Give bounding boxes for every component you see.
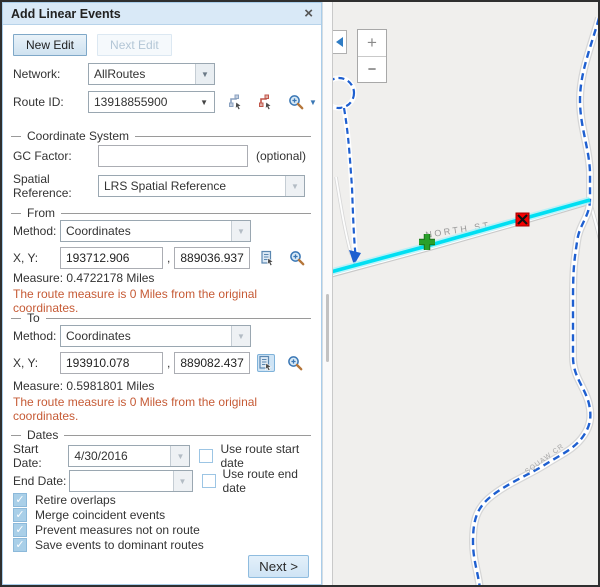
section-dates: Dates xyxy=(11,428,311,442)
select-route-icon[interactable] xyxy=(227,93,245,111)
end-date-label: End Date: xyxy=(13,474,69,488)
zoom-options-caret-icon[interactable]: ▼ xyxy=(309,98,317,107)
use-route-end-date-label: Use route end date xyxy=(223,467,321,495)
map-view[interactable]: NORTH ST SQUAW CR + − xyxy=(333,2,600,585)
network-value: AllRoutes xyxy=(89,64,195,84)
gc-factor-label: GC Factor: xyxy=(13,149,98,163)
chevron-down-icon[interactable]: ▼ xyxy=(194,98,214,107)
chevron-down-icon[interactable]: ▼ xyxy=(195,64,214,84)
panel-title: Add Linear Events xyxy=(11,7,304,21)
map-canvas: NORTH ST SQUAW CR xyxy=(333,2,600,585)
merge-coincident-events-label: Merge coincident events xyxy=(35,508,165,522)
chevron-down-icon: ▼ xyxy=(231,326,250,346)
zoom-to-route-icon[interactable] xyxy=(287,93,305,111)
pick-to-map-icon-active[interactable] xyxy=(257,354,275,372)
chevron-left-icon xyxy=(336,37,343,47)
to-measure: Measure: 0.5981801 Miles xyxy=(13,379,154,393)
to-method-dropdown: Coordinates ▼ xyxy=(60,325,251,347)
route-id-value: 13918855900 xyxy=(89,95,194,109)
pick-from-map-icon[interactable] xyxy=(259,249,277,267)
merge-coincident-events-checkbox[interactable]: ✓ xyxy=(13,508,27,522)
from-method-value: Coordinates xyxy=(61,221,231,241)
section-from: From xyxy=(11,206,311,220)
zoom-to-from-point-icon[interactable] xyxy=(288,249,306,267)
spatial-reference-dropdown: LRS Spatial Reference ▼ xyxy=(98,175,305,197)
save-events-dominant-label: Save events to dominant routes xyxy=(35,538,204,552)
zoom-to-to-point-icon[interactable] xyxy=(286,354,304,372)
select-route-red-icon[interactable] xyxy=(257,93,275,111)
new-edit-button[interactable]: New Edit xyxy=(13,34,87,56)
next-button[interactable]: Next > xyxy=(248,555,309,578)
chevron-down-icon[interactable]: ▼ xyxy=(170,446,189,466)
section-coordinate-system: Coordinate System xyxy=(11,129,311,143)
section-to: To xyxy=(11,311,311,325)
collapse-panel-button[interactable] xyxy=(333,30,347,54)
gc-factor-input[interactable] xyxy=(98,145,248,167)
to-method-value: Coordinates xyxy=(61,326,231,346)
network-dropdown[interactable]: AllRoutes ▼ xyxy=(88,63,215,85)
from-method-label: Method: xyxy=(13,224,60,238)
start-date-label: Start Date: xyxy=(13,442,68,470)
to-y-input[interactable] xyxy=(174,352,250,374)
chevron-down-icon[interactable]: ▼ xyxy=(173,471,192,491)
panel-scrollbar[interactable] xyxy=(322,2,333,585)
add-linear-events-panel: Add Linear Events × New Edit Next Edit N… xyxy=(2,2,322,585)
retire-overlaps-label: Retire overlaps xyxy=(35,493,116,507)
route-id-label: Route ID: xyxy=(13,95,88,109)
from-y-input[interactable] xyxy=(174,247,250,269)
scrollbar-thumb[interactable] xyxy=(326,294,329,362)
from-x-input[interactable] xyxy=(60,247,163,269)
to-method-label: Method: xyxy=(13,329,60,343)
xy-comma: , xyxy=(167,356,170,370)
save-events-dominant-checkbox[interactable]: ✓ xyxy=(13,538,27,552)
xy-comma: , xyxy=(167,251,170,265)
river-loop xyxy=(333,78,354,108)
app-window: Add Linear Events × New Edit Next Edit N… xyxy=(0,0,600,587)
prevent-measures-checkbox[interactable]: ✓ xyxy=(13,523,27,537)
start-date-dropdown[interactable]: 4/30/2016 ▼ xyxy=(68,445,190,467)
use-route-start-date-checkbox[interactable]: ✓ xyxy=(199,449,213,463)
route-id-combobox[interactable]: 13918855900 ▼ xyxy=(88,91,215,113)
retire-overlaps-checkbox[interactable]: ✓ xyxy=(13,493,27,507)
to-x-input[interactable] xyxy=(60,352,163,374)
end-date-dropdown[interactable]: ▼ xyxy=(69,470,193,492)
chevron-down-icon: ▼ xyxy=(231,221,250,241)
prevent-measures-label: Prevent measures not on route xyxy=(35,523,200,537)
from-method-dropdown: Coordinates ▼ xyxy=(60,220,251,242)
selected-route-highlight[interactable] xyxy=(333,200,590,273)
from-xy-label: X, Y: xyxy=(13,251,60,265)
zoom-in-button[interactable]: + xyxy=(358,30,386,56)
end-date-value xyxy=(70,471,173,491)
chevron-down-icon: ▼ xyxy=(285,176,304,196)
network-label: Network: xyxy=(13,67,88,81)
panel-titlebar: Add Linear Events × xyxy=(3,3,321,25)
spatial-reference-value: LRS Spatial Reference xyxy=(99,176,285,196)
spatial-reference-label: Spatial Reference: xyxy=(13,172,98,200)
next-edit-button: Next Edit xyxy=(97,34,172,56)
to-point-marker[interactable] xyxy=(516,213,529,226)
zoom-out-button[interactable]: − xyxy=(358,56,386,83)
use-route-start-date-label: Use route start date xyxy=(220,442,321,470)
map-zoom-control: + − xyxy=(357,29,387,83)
to-xy-label: X, Y: xyxy=(13,356,60,370)
to-warning: The route measure is 0 Miles from the or… xyxy=(13,395,321,423)
gc-factor-hint: (optional) xyxy=(256,149,306,163)
from-measure: Measure: 0.4722178 Miles xyxy=(13,271,154,285)
start-date-value: 4/30/2016 xyxy=(69,446,170,466)
use-route-end-date-checkbox[interactable]: ✓ xyxy=(202,474,216,488)
close-icon[interactable]: × xyxy=(304,6,313,21)
